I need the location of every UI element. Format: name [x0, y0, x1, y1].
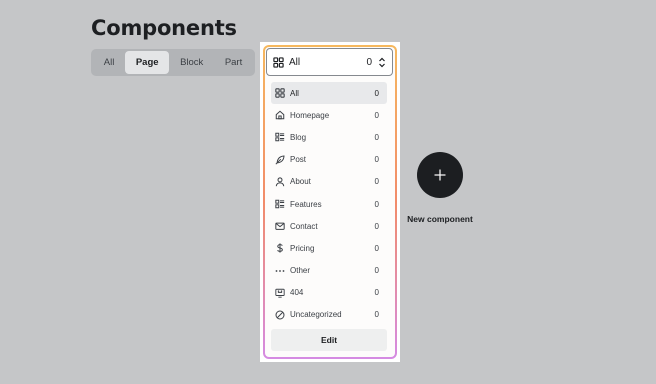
category-select[interactable]: All 0	[266, 48, 393, 76]
category-label: Pricing	[290, 243, 315, 253]
category-list: All 0 Homepage 0 Blog 0 Post 0 About 0 F…	[271, 82, 387, 326]
category-select-label: All	[289, 56, 301, 68]
category-count: 0	[374, 199, 379, 209]
category-count: 0	[374, 88, 379, 98]
tab-block[interactable]: Block	[169, 51, 214, 74]
category-label: 404	[290, 288, 304, 298]
category-item-about[interactable]: About 0	[271, 171, 387, 193]
chevron-up-down-icon	[378, 57, 386, 68]
feather-icon	[275, 155, 285, 165]
category-item-all[interactable]: All 0	[271, 82, 387, 105]
list-icon	[275, 132, 285, 142]
category-item-homepage[interactable]: Homepage 0	[271, 104, 387, 126]
category-label: Homepage	[290, 110, 330, 120]
category-label: Post	[290, 155, 307, 165]
mail-icon	[275, 221, 285, 231]
category-label: Contact	[290, 221, 318, 231]
category-item-other[interactable]: Other 0	[271, 260, 387, 282]
category-count: 0	[374, 288, 379, 298]
category-item-features[interactable]: Features 0	[271, 193, 387, 215]
category-count: 0	[374, 243, 379, 253]
list-icon	[275, 199, 285, 209]
category-count: 0	[374, 310, 379, 320]
category-count: 0	[374, 155, 379, 165]
category-count: 0	[374, 110, 379, 120]
category-item-blog[interactable]: Blog 0	[271, 126, 387, 148]
category-label: Uncategorized	[290, 310, 342, 320]
no-entry-icon	[275, 310, 285, 320]
category-item-post[interactable]: Post 0	[271, 149, 387, 171]
category-count: 0	[374, 266, 379, 276]
component-type-tabs: All Page Block Part	[91, 49, 255, 76]
edit-categories-button[interactable]: Edit	[271, 329, 387, 351]
category-item-contact[interactable]: Contact 0	[271, 215, 387, 237]
monitor-icon	[275, 288, 285, 298]
category-label: About	[290, 177, 311, 187]
category-item-pricing[interactable]: Pricing 0	[271, 237, 387, 259]
grid-icon	[273, 56, 284, 68]
category-item-uncategorized[interactable]: Uncategorized 0	[271, 304, 387, 326]
category-count: 0	[374, 177, 379, 187]
category-label: Features	[290, 199, 322, 209]
person-icon	[275, 177, 285, 187]
grid-icon	[275, 88, 285, 98]
category-item-404[interactable]: 404 0	[271, 282, 387, 304]
category-label: Blog	[290, 132, 307, 142]
dollar-icon	[275, 243, 285, 253]
tab-part[interactable]: Part	[214, 51, 253, 74]
new-component-label[interactable]: New component	[400, 214, 480, 224]
dots-icon	[275, 266, 285, 276]
category-select-count: 0	[366, 56, 372, 68]
home-icon	[275, 110, 285, 120]
category-count: 0	[374, 132, 379, 142]
category-label: All	[290, 88, 299, 98]
page-title: Components	[91, 16, 237, 40]
tab-all[interactable]: All	[93, 51, 125, 74]
new-component-button[interactable]	[417, 152, 463, 198]
tab-page[interactable]: Page	[125, 51, 170, 74]
category-label: Other	[290, 266, 311, 276]
plus-icon	[434, 169, 446, 181]
category-count: 0	[374, 221, 379, 231]
